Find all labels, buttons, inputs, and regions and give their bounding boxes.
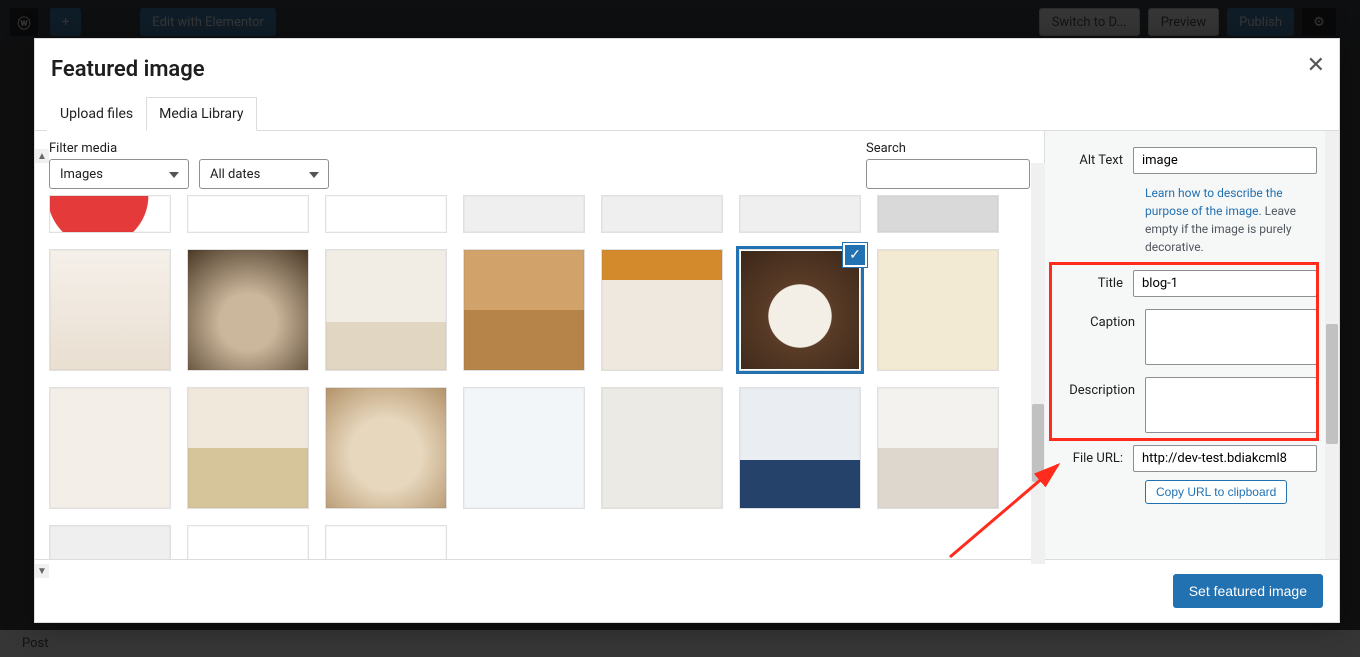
file-url-row: File URL: <box>1045 439 1339 478</box>
media-thumb[interactable] <box>49 387 171 509</box>
media-thumb[interactable] <box>325 387 447 509</box>
filter-media-label: Filter media <box>49 141 329 156</box>
featured-image-modal: Featured image ✕ Upload files Media Libr… <box>34 38 1340 623</box>
filter-date-select[interactable]: All dates <box>199 159 329 189</box>
media-thumb[interactable] <box>601 249 723 371</box>
modal-tabs: Upload files Media Library <box>35 96 1339 131</box>
media-grid-wrap: ✓ <box>35 195 1044 559</box>
title-input[interactable] <box>1133 270 1317 297</box>
search-input[interactable] <box>866 159 1030 189</box>
media-thumb[interactable] <box>601 387 723 509</box>
media-thumb[interactable] <box>187 387 309 509</box>
tab-upload-files[interactable]: Upload files <box>47 97 146 131</box>
caption-input[interactable] <box>1145 309 1317 365</box>
search-label: Search <box>866 141 1030 156</box>
media-thumb[interactable] <box>601 195 723 233</box>
filter-type-select[interactable]: Images <box>49 159 189 189</box>
media-thumb[interactable] <box>463 249 585 371</box>
media-thumb[interactable] <box>49 525 171 559</box>
media-thumb-selected[interactable]: ✓ <box>739 249 861 371</box>
media-thumb[interactable] <box>325 525 447 559</box>
modal-footer: Set featured image <box>35 559 1339 622</box>
media-thumb[interactable] <box>325 249 447 371</box>
media-thumb[interactable] <box>877 249 999 371</box>
filter-right: Search <box>866 141 1030 189</box>
media-thumb[interactable] <box>739 195 861 233</box>
modal-header: Featured image ✕ <box>35 39 1339 90</box>
filter-bar: Filter media Images All dates Search <box>35 131 1044 195</box>
details-scrollbar[interactable] <box>1325 131 1339 559</box>
title-label: Title <box>1051 270 1123 291</box>
set-featured-image-button[interactable]: Set featured image <box>1173 574 1323 608</box>
alt-text-label: Alt Text <box>1051 147 1123 168</box>
media-thumb[interactable] <box>325 195 447 233</box>
check-icon[interactable]: ✓ <box>843 243 867 267</box>
media-thumb[interactable] <box>877 195 999 233</box>
media-thumb[interactable] <box>739 387 861 509</box>
copy-url-button[interactable]: Copy URL to clipboard <box>1145 480 1287 504</box>
description-label: Description <box>1051 377 1135 398</box>
media-thumb[interactable] <box>463 195 585 233</box>
alt-text-input[interactable] <box>1133 147 1317 174</box>
attachment-details: Alt Text Learn how to describe the purpo… <box>1045 131 1339 559</box>
media-thumb[interactable] <box>187 195 309 233</box>
caption-label: Caption <box>1051 309 1135 330</box>
alt-text-help: Learn how to describe the purpose of the… <box>1045 180 1339 264</box>
close-icon[interactable]: ✕ <box>1307 53 1325 78</box>
media-thumb[interactable] <box>877 387 999 509</box>
media-area: Filter media Images All dates Search <box>35 131 1045 559</box>
scroll-up-icon[interactable]: ▲ <box>35 149 49 163</box>
filter-left: Filter media Images All dates <box>49 141 329 189</box>
media-thumb[interactable] <box>187 525 309 559</box>
description-row: Description <box>1045 371 1339 439</box>
description-input[interactable] <box>1145 377 1317 433</box>
alt-text-row: Alt Text <box>1045 141 1339 180</box>
caption-row: Caption <box>1045 303 1339 371</box>
media-thumb[interactable] <box>49 249 171 371</box>
media-thumb[interactable] <box>49 195 171 233</box>
media-scrollbar-thumb[interactable] <box>1032 404 1044 482</box>
title-row: Title <box>1045 264 1339 303</box>
modal-body: Filter media Images All dates Search <box>35 131 1339 559</box>
media-thumb[interactable] <box>463 387 585 509</box>
media-grid: ✓ <box>49 195 1030 559</box>
media-scrollbar[interactable] <box>1031 163 1045 564</box>
file-url-input[interactable] <box>1133 445 1317 472</box>
media-thumb[interactable] <box>187 249 309 371</box>
scroll-down-icon[interactable]: ▼ <box>35 564 49 578</box>
details-scrollbar-thumb[interactable] <box>1326 324 1338 444</box>
tab-media-library[interactable]: Media Library <box>146 97 256 131</box>
modal-title: Featured image <box>51 57 1323 82</box>
file-url-label: File URL: <box>1051 445 1123 466</box>
